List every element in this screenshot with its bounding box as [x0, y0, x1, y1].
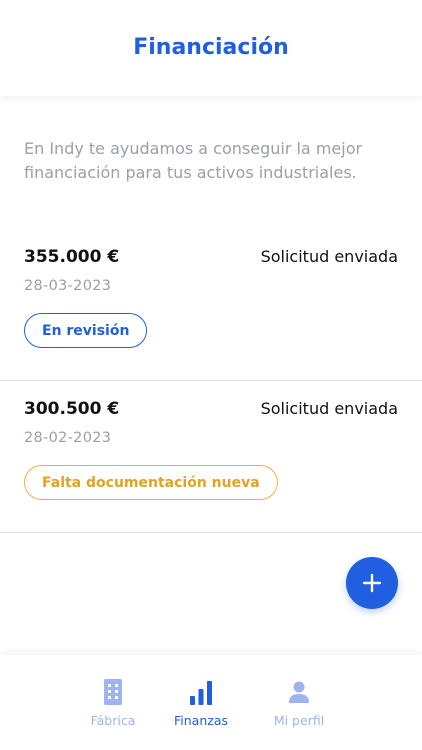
financing-screen: Financiación En Indy te ayudamos a conse… — [0, 0, 422, 750]
header: Financiación — [0, 0, 422, 96]
request-amount: 355.000 € — [24, 247, 120, 267]
plus-icon — [362, 573, 382, 593]
status-badge-missing-docs: Falta documentación nueva — [24, 465, 278, 500]
bar-chart-icon — [190, 681, 212, 705]
tab-label: Mi perfil — [273, 713, 325, 728]
request-date: 28-02-2023 — [24, 430, 112, 446]
request-status: Solicitud enviada — [260, 247, 398, 266]
building-icon — [104, 679, 122, 705]
intro-text: En Indy te ayudamos a conseguir la mejor… — [24, 139, 363, 182]
tab-mi-perfil[interactable]: Mi perfil — [249, 675, 349, 735]
page-title: Financiación — [133, 34, 289, 60]
tab-label: Fábrica — [90, 713, 136, 728]
financing-request-card[interactable]: 300.500 € Solicitud enviada 28-02-2023 F… — [0, 381, 422, 533]
status-badge-in-review: En revisión — [24, 313, 148, 348]
bottom-tab-bar: Fábrica Finanzas Mi perfil — [0, 655, 422, 750]
request-amount: 300.500 € — [24, 399, 120, 419]
financing-request-card[interactable]: 355.000 € Solicitud enviada 28-03-2023 E… — [0, 229, 422, 381]
add-financing-button[interactable] — [346, 557, 398, 609]
tab-fabrica[interactable]: Fábrica — [63, 675, 163, 735]
tab-label: Finanzas — [174, 713, 228, 728]
request-date: 28-03-2023 — [24, 278, 112, 294]
request-status: Solicitud enviada — [260, 399, 398, 418]
tab-finanzas[interactable]: Finanzas — [151, 675, 251, 735]
user-icon — [289, 681, 309, 703]
